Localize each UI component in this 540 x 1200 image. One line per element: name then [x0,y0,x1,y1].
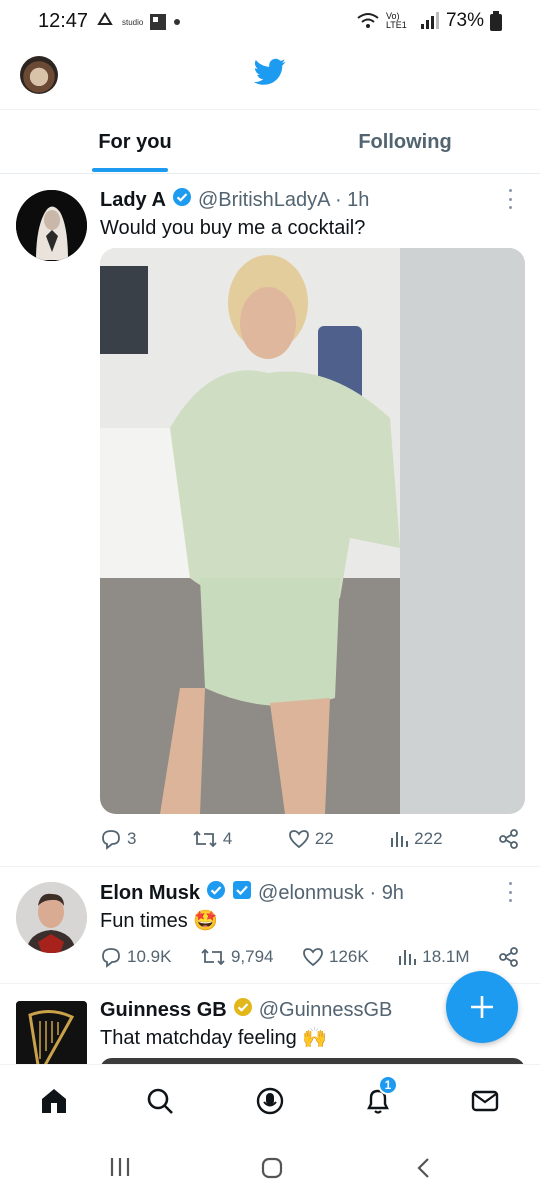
nav-messages[interactable] [467,1083,503,1119]
heart-icon [303,948,323,967]
recent-apps-icon[interactable] [108,1156,132,1178]
tweet-header: Guinness GB @GuinnessGB [100,997,392,1023]
author-handle[interactable]: @BritishLadyA · 1h [198,189,370,212]
back-icon[interactable] [414,1156,434,1180]
tweet-text: Would you buy me a cocktail? [100,217,366,239]
tweet-lady-a[interactable]: Lady A @BritishLadyA · 1h Would you buy … [0,175,540,867]
tweet-elon-musk[interactable]: Elon Musk @elonmusk · 9h Fun times 🤩 10.… [0,868,540,984]
more-options-icon[interactable] [500,882,520,902]
retweet-count: 4 [222,829,233,848]
reply-icon [102,948,120,968]
notification-count-badge: 1 [378,1075,398,1095]
more-options-icon[interactable] [500,189,520,209]
avatar-photo [16,882,87,953]
views-count: 18.1M [422,947,470,966]
author-handle[interactable]: @elonmusk · 9h [258,882,404,905]
battery-percent: 73% [445,10,484,31]
twitter-logo-icon[interactable] [254,58,286,86]
network-label: Vo) LTE1 [385,11,407,30]
share-button[interactable] [498,828,520,850]
author-name[interactable]: Lady A [100,189,166,212]
bottom-navigation: 1 [0,1064,540,1136]
views-button[interactable]: 222 [389,829,443,849]
views-count: 222 [414,829,443,848]
app-grid-icon [150,14,167,30]
gold-verified-badge-icon [233,997,253,1023]
retweet-icon [201,948,225,966]
tweet-text: That matchday feeling 🙌 [100,1027,328,1049]
reply-button[interactable]: 10.9K [100,946,171,968]
avatar-photo [16,190,87,261]
wifi-icon [357,13,379,28]
spaces-icon [256,1087,284,1115]
battery-icon [490,11,502,31]
retweet-icon [193,830,217,848]
avatar[interactable] [16,190,87,261]
tweet-text: Fun times 🤩 [100,910,219,932]
plus-icon [471,996,493,1018]
signal-icon [420,12,439,29]
share-icon [499,829,518,849]
author-name[interactable]: Guinness GB [100,999,227,1022]
recycle-icon [97,12,113,25]
tab-for-you[interactable]: For you [0,110,270,174]
status-right-icons: Vo) LTE1 73% [356,10,502,32]
compose-tweet-button[interactable] [446,971,518,1043]
messages-icon [471,1090,499,1112]
status-time: 12:47 [38,10,89,32]
like-button[interactable]: 22 [288,828,334,850]
views-icon [399,950,417,965]
reply-button[interactable]: 3 [100,828,136,850]
system-navigation-bar [0,1136,540,1200]
retweet-button[interactable]: 9,794 [200,946,274,968]
tweet-header: Elon Musk @elonmusk · 9h [100,880,404,906]
status-bar: 12:47 studio Vo) LTE1 73% [0,0,540,46]
verified-badge-icon [206,880,226,906]
avatar[interactable] [16,882,87,953]
avatar[interactable] [16,1001,87,1064]
views-button[interactable]: 18.1M [397,947,469,967]
active-tab-indicator [92,168,168,172]
home-icon [42,1089,66,1113]
author-handle[interactable]: @GuinnessGB [259,999,393,1022]
reply-count: 10.9K [127,947,172,966]
studio-label: studio [122,17,144,27]
tab-following[interactable]: Following [270,110,540,174]
views-icon [391,832,409,847]
nav-search[interactable] [142,1083,178,1119]
affiliate-badge-icon [232,880,252,906]
home-system-icon[interactable] [260,1156,284,1180]
guinness-harp-logo [16,1001,87,1064]
search-icon [147,1088,173,1114]
top-bar [0,46,540,110]
status-left-icons: studio [94,12,181,32]
author-name[interactable]: Elon Musk [100,882,200,905]
nav-notifications[interactable]: 1 [360,1075,398,1119]
like-count: 22 [314,829,334,848]
share-icon [499,947,518,967]
heart-icon [288,830,309,849]
retweet-button[interactable]: 4 [192,828,232,850]
profile-avatar[interactable] [20,56,58,94]
tweet-image[interactable] [100,248,525,814]
photo-placeholder [100,248,525,814]
reply-count: 3 [127,829,137,848]
verified-badge-icon [172,187,192,213]
nav-home[interactable] [36,1083,72,1119]
reply-icon [102,830,120,850]
tweet-actions: 3 4 22 222 [100,828,520,850]
tweet-header: Lady A @BritishLadyA · 1h [100,187,369,213]
dot-icon [174,19,181,25]
tweet-actions: 10.9K 9,794 126K 18.1M [100,946,520,968]
timeline-tabs: For you Following [0,110,540,174]
like-button[interactable]: 126K [302,946,369,968]
retweet-count: 9,794 [230,947,274,966]
nav-spaces[interactable] [252,1083,288,1119]
share-button[interactable] [498,946,520,968]
like-count: 126K [329,947,369,966]
